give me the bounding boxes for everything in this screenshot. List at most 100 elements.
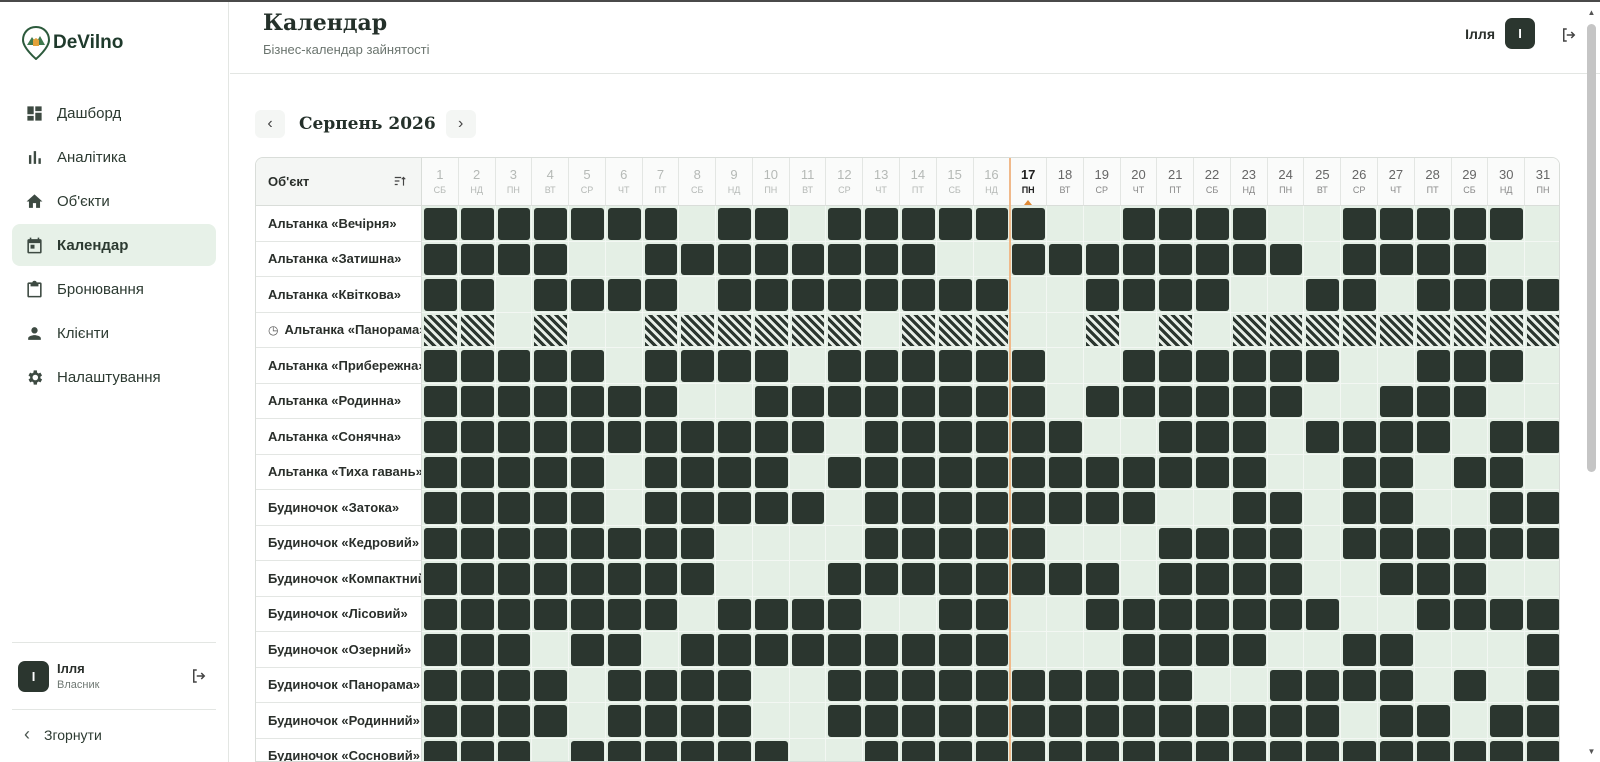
booked-cell[interactable] bbox=[642, 703, 680, 739]
booked-cell[interactable] bbox=[495, 525, 533, 561]
free-cell[interactable] bbox=[1488, 632, 1526, 668]
booked-cell[interactable] bbox=[1414, 348, 1452, 384]
free-cell[interactable] bbox=[1304, 561, 1342, 597]
booked-cell[interactable] bbox=[458, 525, 496, 561]
free-cell[interactable] bbox=[1083, 632, 1121, 668]
booked-cell[interactable] bbox=[716, 596, 753, 632]
free-cell[interactable] bbox=[1304, 383, 1342, 419]
booked-cell[interactable] bbox=[900, 206, 937, 242]
page-scrollbar[interactable] bbox=[1587, 24, 1596, 472]
logout-icon[interactable] bbox=[190, 667, 208, 685]
booked-cell[interactable] bbox=[1414, 596, 1452, 632]
booked-cell[interactable] bbox=[495, 490, 533, 526]
free-cell[interactable] bbox=[495, 277, 533, 313]
booked-cell[interactable] bbox=[605, 277, 643, 313]
booked-cell[interactable] bbox=[1230, 241, 1268, 277]
object-row-label[interactable]: Будиночок «Лісовий» bbox=[256, 596, 422, 632]
object-row-label[interactable]: Альтанка «Прибережна» bbox=[256, 348, 422, 384]
booked-cell[interactable] bbox=[1120, 632, 1158, 668]
hold-cell[interactable] bbox=[826, 312, 864, 348]
booked-cell[interactable] bbox=[1157, 525, 1195, 561]
booked-cell[interactable] bbox=[1194, 703, 1231, 739]
booked-cell[interactable] bbox=[1378, 632, 1415, 668]
booked-cell[interactable] bbox=[716, 241, 753, 277]
booked-cell[interactable] bbox=[1341, 241, 1379, 277]
booked-cell[interactable] bbox=[936, 454, 974, 490]
hold-cell[interactable] bbox=[716, 312, 753, 348]
free-cell[interactable] bbox=[900, 596, 937, 632]
booked-cell[interactable] bbox=[1525, 596, 1559, 632]
booked-cell[interactable] bbox=[1378, 454, 1415, 490]
object-row-label[interactable]: Будиночок «Затока» bbox=[256, 490, 422, 526]
booked-cell[interactable] bbox=[422, 490, 459, 526]
booked-cell[interactable] bbox=[936, 596, 974, 632]
booked-cell[interactable] bbox=[458, 206, 496, 242]
booked-cell[interactable] bbox=[1378, 561, 1415, 597]
booked-cell[interactable] bbox=[973, 561, 1011, 597]
booked-cell[interactable] bbox=[1010, 383, 1048, 419]
booked-cell[interactable] bbox=[1304, 348, 1342, 384]
booked-cell[interactable] bbox=[1267, 490, 1305, 526]
free-cell[interactable] bbox=[679, 206, 717, 242]
booked-cell[interactable] bbox=[1120, 703, 1158, 739]
booked-cell[interactable] bbox=[936, 738, 974, 761]
booked-cell[interactable] bbox=[863, 561, 900, 597]
booked-cell[interactable] bbox=[679, 490, 717, 526]
booked-cell[interactable] bbox=[826, 561, 864, 597]
booked-cell[interactable] bbox=[1378, 206, 1415, 242]
booked-cell[interactable] bbox=[495, 206, 533, 242]
booked-cell[interactable] bbox=[1525, 419, 1559, 455]
free-cell[interactable] bbox=[569, 703, 606, 739]
free-cell[interactable] bbox=[642, 632, 680, 668]
free-cell[interactable] bbox=[1451, 419, 1489, 455]
free-cell[interactable] bbox=[1525, 454, 1559, 490]
booked-cell[interactable] bbox=[1157, 348, 1195, 384]
free-cell[interactable] bbox=[752, 703, 790, 739]
booked-cell[interactable] bbox=[642, 348, 680, 384]
object-row-label[interactable]: Будиночок «Озерний» bbox=[256, 632, 422, 668]
free-cell[interactable] bbox=[1230, 667, 1268, 703]
booked-cell[interactable] bbox=[900, 241, 937, 277]
free-cell[interactable] bbox=[789, 454, 827, 490]
booked-cell[interactable] bbox=[1230, 525, 1268, 561]
booked-cell[interactable] bbox=[1157, 703, 1195, 739]
free-cell[interactable] bbox=[1488, 241, 1526, 277]
booked-cell[interactable] bbox=[495, 454, 533, 490]
booked-cell[interactable] bbox=[936, 383, 974, 419]
booked-cell[interactable] bbox=[1488, 454, 1526, 490]
booked-cell[interactable] bbox=[1414, 383, 1452, 419]
free-cell[interactable] bbox=[1525, 561, 1559, 597]
free-cell[interactable] bbox=[1378, 277, 1415, 313]
booked-cell[interactable] bbox=[863, 419, 900, 455]
booked-cell[interactable] bbox=[679, 632, 717, 668]
booked-cell[interactable] bbox=[863, 703, 900, 739]
booked-cell[interactable] bbox=[900, 561, 937, 597]
booked-cell[interactable] bbox=[642, 490, 680, 526]
booked-cell[interactable] bbox=[1525, 277, 1559, 313]
free-cell[interactable] bbox=[1157, 490, 1195, 526]
booked-cell[interactable] bbox=[642, 419, 680, 455]
booked-cell[interactable] bbox=[752, 490, 790, 526]
header-logout-icon[interactable] bbox=[1560, 26, 1578, 44]
booked-cell[interactable] bbox=[1378, 419, 1415, 455]
free-cell[interactable] bbox=[1010, 596, 1048, 632]
free-cell[interactable] bbox=[1488, 383, 1526, 419]
booked-cell[interactable] bbox=[1010, 703, 1048, 739]
nav-item-dashboard[interactable]: Дашборд bbox=[12, 92, 216, 134]
booked-cell[interactable] bbox=[1414, 277, 1452, 313]
free-cell[interactable] bbox=[1194, 312, 1231, 348]
free-cell[interactable] bbox=[789, 738, 827, 761]
scroll-down-arrow[interactable]: ▼ bbox=[1587, 747, 1596, 756]
booked-cell[interactable] bbox=[458, 383, 496, 419]
free-cell[interactable] bbox=[826, 738, 864, 761]
free-cell[interactable] bbox=[789, 561, 827, 597]
booked-cell[interactable] bbox=[752, 738, 790, 761]
booked-cell[interactable] bbox=[936, 703, 974, 739]
free-cell[interactable] bbox=[1194, 667, 1231, 703]
free-cell[interactable] bbox=[679, 277, 717, 313]
booked-cell[interactable] bbox=[679, 525, 717, 561]
booked-cell[interactable] bbox=[1157, 738, 1195, 761]
booked-cell[interactable] bbox=[1341, 490, 1379, 526]
booked-cell[interactable] bbox=[1488, 277, 1526, 313]
object-row-label[interactable]: Будиночок «Сосновий» bbox=[256, 738, 422, 761]
